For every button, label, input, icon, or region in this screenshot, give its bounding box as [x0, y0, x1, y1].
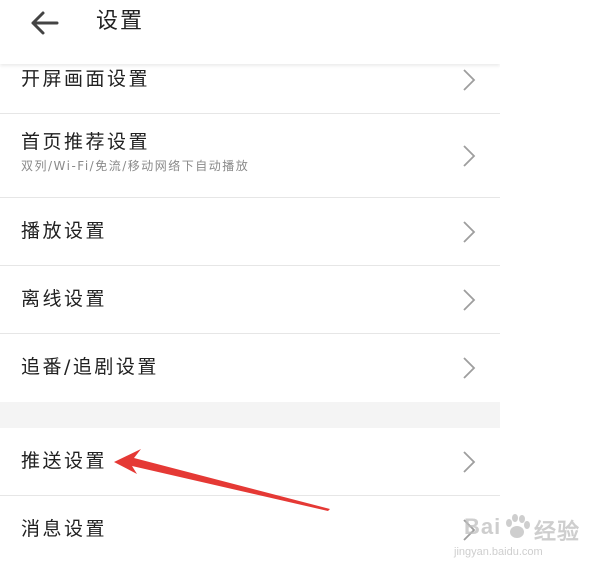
chevron-right-icon [463, 69, 476, 91]
settings-group-notifications: 推送设置 消息设置 [0, 428, 500, 572]
paw-icon [506, 514, 530, 538]
settings-item-playback[interactable]: 播放设置 [0, 198, 500, 266]
watermark-brand-cn: 经验 [534, 519, 581, 544]
chevron-right-icon [463, 145, 476, 167]
settings-item-label: 播放设置 [21, 220, 108, 242]
page-title: 设置 [96, 9, 145, 34]
settings-screen: 设置 开屏画面设置 首页推荐设置 双列/Wi-Fi/免流/移动网络下自动播放 播… [0, 0, 500, 572]
watermark-url: jingyan.baidu.com [454, 546, 543, 558]
arrow-left-icon [31, 11, 59, 35]
settings-item-label: 首页推荐设置 [21, 131, 151, 153]
baidu-jingyan-watermark: Bai 经验 jingyan.baidu.com [452, 506, 592, 568]
chevron-right-icon [463, 451, 476, 473]
chevron-right-icon [463, 221, 476, 243]
settings-item-label: 推送设置 [21, 450, 108, 472]
settings-item-subtitle: 双列/Wi-Fi/免流/移动网络下自动播放 [21, 159, 250, 173]
settings-item-offline[interactable]: 离线设置 [0, 266, 500, 334]
settings-item-push[interactable]: 推送设置 [0, 428, 500, 496]
settings-item-label: 追番/追剧设置 [21, 356, 159, 378]
settings-group-general: 开屏画面设置 首页推荐设置 双列/Wi-Fi/免流/移动网络下自动播放 播放设置… [0, 46, 500, 402]
settings-item-label: 开屏画面设置 [21, 68, 151, 90]
top-app-bar: 设置 [0, 0, 500, 64]
settings-item-label: 消息设置 [21, 518, 108, 540]
back-button[interactable] [26, 8, 66, 38]
settings-item-follow-series[interactable]: 追番/追剧设置 [0, 334, 500, 402]
settings-item-home-recommend[interactable]: 首页推荐设置 双列/Wi-Fi/免流/移动网络下自动播放 [0, 114, 500, 198]
settings-item-label: 离线设置 [21, 288, 108, 310]
settings-item-messages[interactable]: 消息设置 [0, 496, 500, 572]
watermark-brand-latin: Bai [464, 514, 502, 539]
chevron-right-icon [463, 357, 476, 379]
chevron-right-icon [463, 289, 476, 311]
